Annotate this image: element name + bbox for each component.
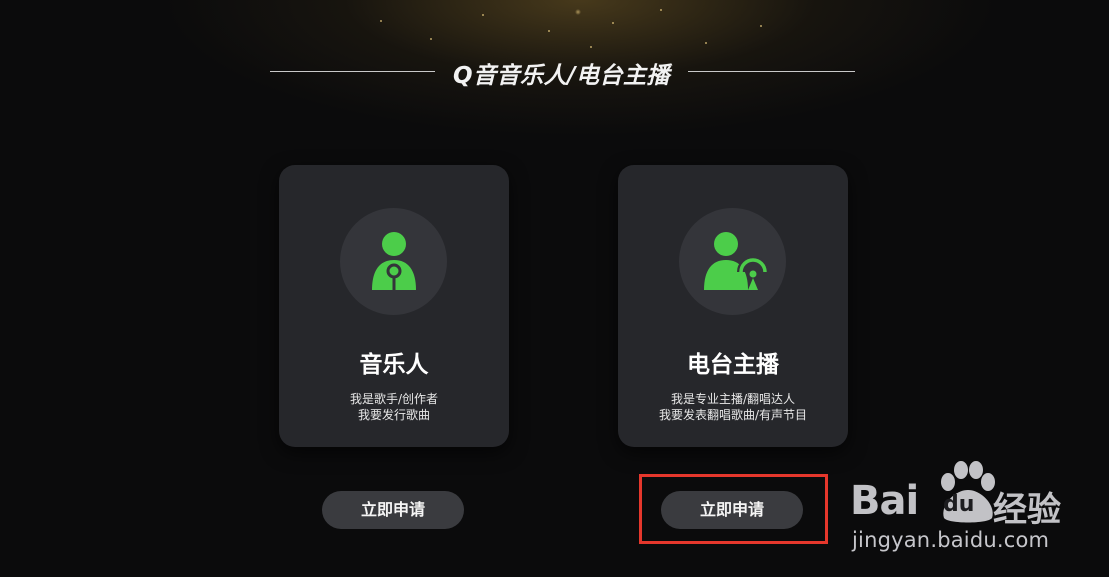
card-description-line: 我要发表翻唱歌曲/有声节目 xyxy=(658,408,808,422)
musician-icon-badge xyxy=(340,208,447,315)
watermark-brand-prefix: Bai xyxy=(850,478,919,524)
highlight-annotation-box xyxy=(639,474,828,544)
radio-host-icon xyxy=(704,232,769,290)
musician-apply-button[interactable]: 立即申请 xyxy=(322,491,464,529)
radio-host-icon-badge xyxy=(679,208,786,315)
star-speck xyxy=(548,30,550,32)
star-speck xyxy=(590,46,592,48)
section-heading: Q音音乐人/电台主播 xyxy=(270,52,855,92)
card-description-line: 我是歌手/创作者 xyxy=(349,392,439,406)
star-speck xyxy=(612,22,614,24)
watermark-url: jingyan.baidu.com xyxy=(852,528,1050,552)
star-speck xyxy=(380,20,382,22)
heading-divider-left xyxy=(270,71,435,72)
star-speck xyxy=(705,42,707,44)
page-background: Q音音乐人/电台主播 音乐人 我是歌手/创作者 我要发行歌曲 电台主播 我是专业… xyxy=(0,0,1109,577)
baidu-jingyan-watermark: Bai du 经验 jingyan.baidu.com xyxy=(848,458,1103,573)
star-speck xyxy=(760,25,762,27)
card-description-line: 我要发行歌曲 xyxy=(357,408,430,422)
musician-card[interactable]: 音乐人 我是歌手/创作者 我要发行歌曲 xyxy=(279,165,509,447)
card-description-line: 我是专业主播/翻唱达人 xyxy=(670,392,796,406)
heading-divider-right xyxy=(688,71,855,72)
star-speck xyxy=(430,38,432,40)
star-speck xyxy=(660,9,662,11)
musician-icon xyxy=(372,232,416,290)
radio-host-card[interactable]: 电台主播 我是专业主播/翻唱达人 我要发表翻唱歌曲/有声节目 xyxy=(618,165,848,447)
watermark-brand-paw-text: du xyxy=(943,492,975,517)
star-speck xyxy=(482,14,484,16)
card-title: 音乐人 xyxy=(359,352,429,378)
watermark-brand-suffix: 经验 xyxy=(993,490,1061,530)
page-title: Q音音乐人/电台主播 xyxy=(453,63,670,89)
card-title: 电台主播 xyxy=(687,352,779,378)
